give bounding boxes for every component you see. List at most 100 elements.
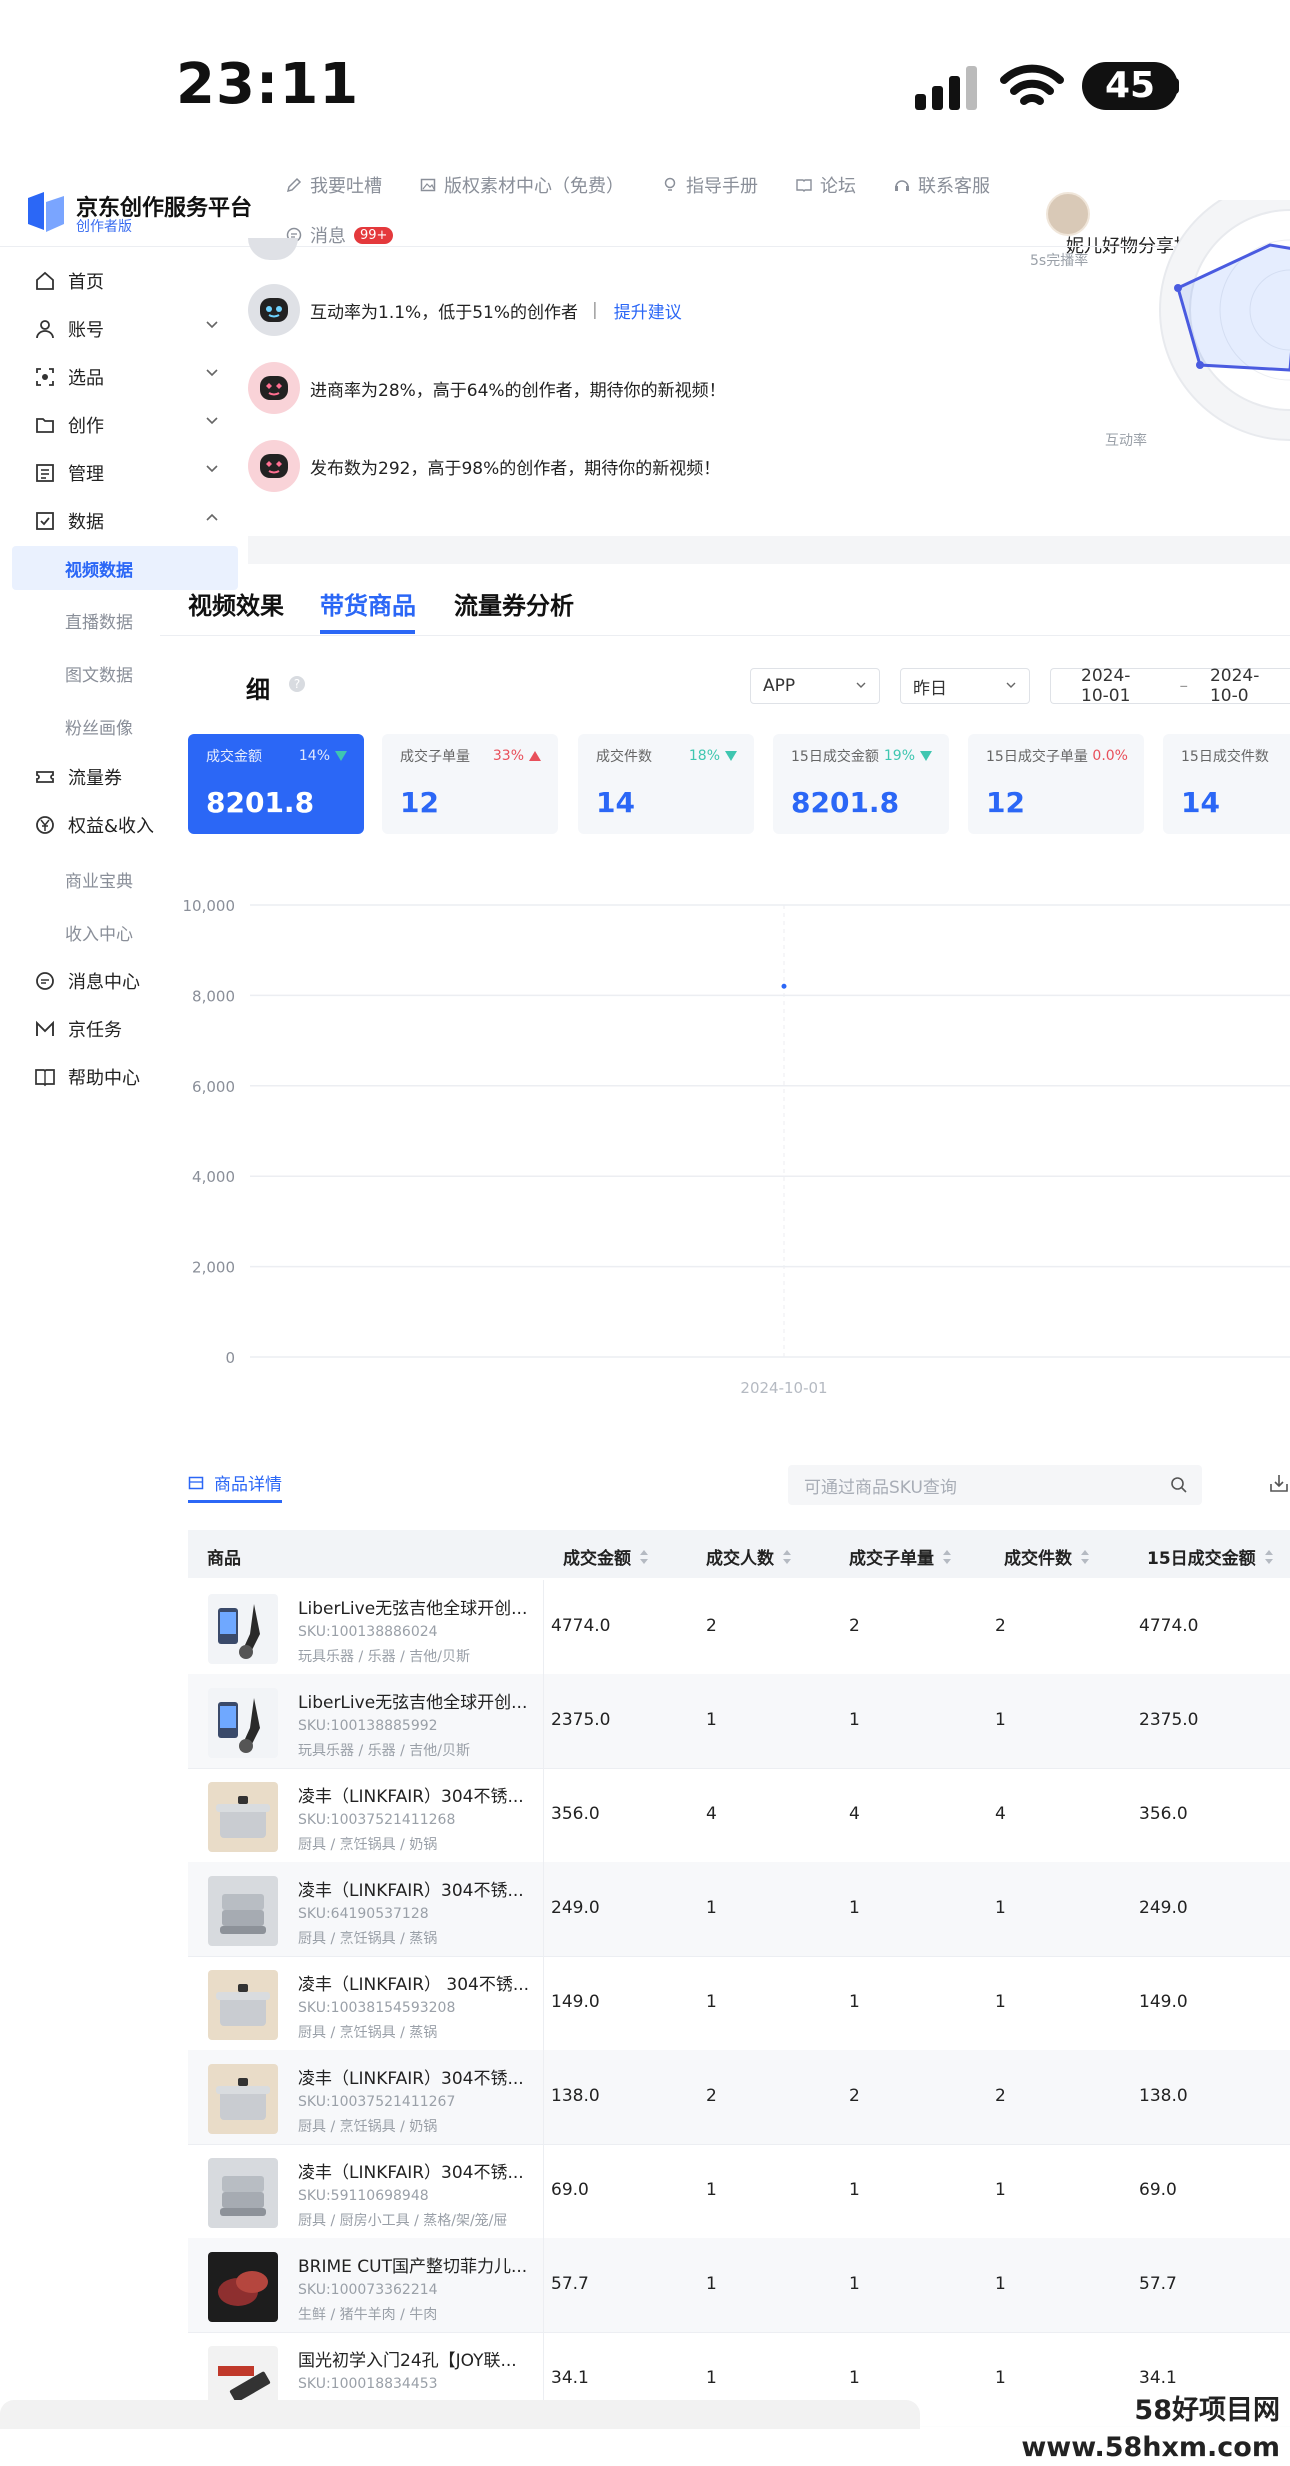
tab-coupon-analysis[interactable]: 流量券分析 xyxy=(454,586,574,621)
table-row[interactable]: 凌丰（LINKFAIR）304不锈... SKU:10037521411268 厨具… xyxy=(188,1768,1290,1863)
product-sku: SKU:100073362214 xyxy=(298,2282,438,2298)
kpi-card[interactable]: 成交子单量 33% 12 xyxy=(382,734,558,834)
product-sku: SKU:100138885992 xyxy=(298,1718,438,1734)
download-icon[interactable] xyxy=(1268,1472,1290,1494)
sidebar-item-fans[interactable]: 粉丝画像 xyxy=(65,714,133,739)
kpi-change: 18% xyxy=(689,748,738,764)
battery-tip xyxy=(1172,78,1179,94)
kpi-card[interactable]: 成交金额 14% 8201.8 xyxy=(188,734,364,834)
table-cell: 1 xyxy=(995,1898,1006,1918)
product-thumbnail[interactable] xyxy=(208,2158,278,2228)
kpi-card[interactable]: 成交件数 18% 14 xyxy=(578,734,754,834)
help-icon[interactable]: ? xyxy=(289,676,305,692)
product-tab-indicator xyxy=(188,1500,282,1503)
product-thumbnail[interactable] xyxy=(208,2252,278,2322)
message-link[interactable]: 消息 99+ xyxy=(286,222,394,248)
sku-search-input[interactable]: 可通过商品SKU查询 xyxy=(788,1465,1202,1505)
topnav-label: 论坛 xyxy=(820,176,856,197)
sidebar-item-home[interactable]: 首页 xyxy=(0,258,238,304)
product-name[interactable]: 凌丰（LINKFAIR） 304不锈... xyxy=(298,1970,529,1995)
table-row[interactable]: 凌丰（LINKFAIR）304不锈... SKU:59110698948 厨具 / … xyxy=(188,2144,1290,2239)
sort-icon[interactable] xyxy=(942,1549,952,1565)
product-thumbnail[interactable] xyxy=(208,1688,278,1758)
column-header[interactable]: 成交子单量 xyxy=(849,1544,952,1569)
product-name[interactable]: 凌丰（LINKFAIR）304不锈... xyxy=(298,2064,524,2089)
product-name[interactable]: LiberLive无弦吉他全球开创... xyxy=(298,1594,527,1619)
image-icon xyxy=(420,178,436,192)
product-name[interactable]: 凌丰（LINKFAIR）304不锈... xyxy=(298,1876,524,1901)
insight-separator: | xyxy=(591,300,598,320)
product-thumbnail[interactable] xyxy=(208,2064,278,2134)
sidebar-item-account[interactable]: 账号 xyxy=(0,306,238,352)
cellular-signal-icon xyxy=(915,66,977,110)
product-thumbnail[interactable] xyxy=(208,1782,278,1852)
data-point[interactable] xyxy=(781,983,787,989)
sidebar-item-label: 京任务 xyxy=(68,1020,122,1041)
sidebar-item-business-guide[interactable]: 商业宝典 xyxy=(65,867,133,892)
table-row[interactable]: BRIME CUT国产整切菲力儿... SKU:100073362214 生鲜 / … xyxy=(188,2238,1290,2333)
jd-logo-icon xyxy=(28,192,64,232)
sidebar-item-post-data[interactable]: 图文数据 xyxy=(65,661,133,686)
table-cell: 34.1 xyxy=(1139,2368,1177,2388)
sort-icon[interactable] xyxy=(1080,1549,1090,1565)
sidebar-item-create[interactable]: 创作 xyxy=(0,402,238,448)
avatar[interactable] xyxy=(1046,192,1090,236)
triangle-down-icon xyxy=(335,751,347,761)
product-thumbnail[interactable] xyxy=(208,1970,278,2040)
chevron-down-icon xyxy=(856,682,866,688)
sidebar-item-selection[interactable]: 选品 xyxy=(0,354,238,400)
column-header[interactable]: 成交件数 xyxy=(1004,1544,1090,1569)
product-name[interactable]: 凌丰（LINKFAIR）304不锈... xyxy=(298,2158,524,2183)
kpi-card[interactable]: 15日成交件数3914 xyxy=(1163,734,1290,834)
topnav-feedback[interactable]: 我要吐槽 xyxy=(286,170,382,200)
topnav-support[interactable]: 联系客服 xyxy=(894,170,990,200)
table-row[interactable]: 凌丰（LINKFAIR） 304不锈... SKU:10038154593208 厨… xyxy=(188,1956,1290,2051)
product-name[interactable]: 国光初学入门24孔【JOY联... xyxy=(298,2346,517,2371)
table-row[interactable]: LiberLive无弦吉他全球开创... SKU:100138885992 玩具乐器… xyxy=(188,1674,1290,1769)
product-name[interactable]: BRIME CUT国产整切菲力儿... xyxy=(298,2252,527,2277)
product-sku: SKU:100138886024 xyxy=(298,1624,438,1640)
tab-goods[interactable]: 带货商品 xyxy=(320,586,416,621)
table-row[interactable]: 凌丰（LINKFAIR）304不锈... SKU:10037521411267 厨具… xyxy=(188,2050,1290,2145)
date-range-picker[interactable]: 2024-10-01 – 2024-10-0 xyxy=(1050,666,1290,706)
period-select[interactable]: 昨日 xyxy=(900,668,1030,704)
product-sku: SKU:59110698948 xyxy=(298,2188,429,2204)
sidebar-item-live-data[interactable]: 直播数据 xyxy=(65,608,133,633)
kpi-card[interactable]: 15日成交金额 19% 8201.8 xyxy=(773,734,949,834)
sidebar-item-data[interactable]: 数据 xyxy=(0,498,238,544)
column-header-label: 商品 xyxy=(207,1549,241,1569)
sidebar-item-label: 流量券 xyxy=(68,768,122,789)
tab-video-effect[interactable]: 视频效果 xyxy=(188,586,284,621)
topnav-guide[interactable]: 指导手册 xyxy=(662,170,758,200)
search-icon[interactable] xyxy=(1170,1476,1188,1494)
sidebar-item-video-data[interactable]: 视频数据 xyxy=(65,556,133,581)
table-row[interactable]: LiberLive无弦吉他全球开创... SKU:100138886024 玩具乐器… xyxy=(188,1580,1290,1675)
table-cell: 138.0 xyxy=(1139,2086,1188,2106)
sidebar-item-manage[interactable]: 管理 xyxy=(0,450,238,496)
product-name[interactable]: 凌丰（LINKFAIR）304不锈... xyxy=(298,1782,524,1807)
table-cell: 1 xyxy=(849,2368,860,2388)
product-thumbnail[interactable] xyxy=(208,1594,278,1664)
table-row[interactable]: 凌丰（LINKFAIR）304不锈... SKU:64190537128 厨具 / … xyxy=(188,1862,1290,1957)
product-sku: SKU:100018834453 xyxy=(298,2376,438,2392)
sort-icon[interactable] xyxy=(639,1549,649,1565)
kpi-card[interactable]: 15日成交子单量 0.0% 12 xyxy=(968,734,1144,834)
sort-icon[interactable] xyxy=(782,1549,792,1565)
product-category: 厨具 / 烹饪锅具 / 奶锅 xyxy=(298,2119,438,2135)
platform-select[interactable]: APP xyxy=(750,668,880,704)
topnav-copyright[interactable]: 版权素材中心（免费） xyxy=(420,170,624,200)
column-header-label: 成交金额 xyxy=(563,1549,631,1569)
table-cell: 2 xyxy=(995,2086,1006,2106)
sidebar-item-income-center[interactable]: 收入中心 xyxy=(65,920,133,945)
column-header[interactable]: 成交金额 xyxy=(563,1544,649,1569)
product-details-tab[interactable]: 商品详情 xyxy=(188,1470,282,1495)
column-divider xyxy=(543,1862,544,1956)
kpi-change-text: 19% xyxy=(883,748,915,764)
product-name[interactable]: LiberLive无弦吉他全球开创... xyxy=(298,1688,527,1713)
column-header[interactable]: 15日成交金额 xyxy=(1147,1544,1274,1569)
product-thumbnail[interactable] xyxy=(208,1876,278,1946)
sort-icon[interactable] xyxy=(1264,1549,1274,1565)
improve-suggestion-link[interactable]: 提升建议 xyxy=(614,298,682,323)
column-header[interactable]: 成交人数 xyxy=(706,1544,792,1569)
topnav-forum[interactable]: 论坛 xyxy=(796,170,856,200)
